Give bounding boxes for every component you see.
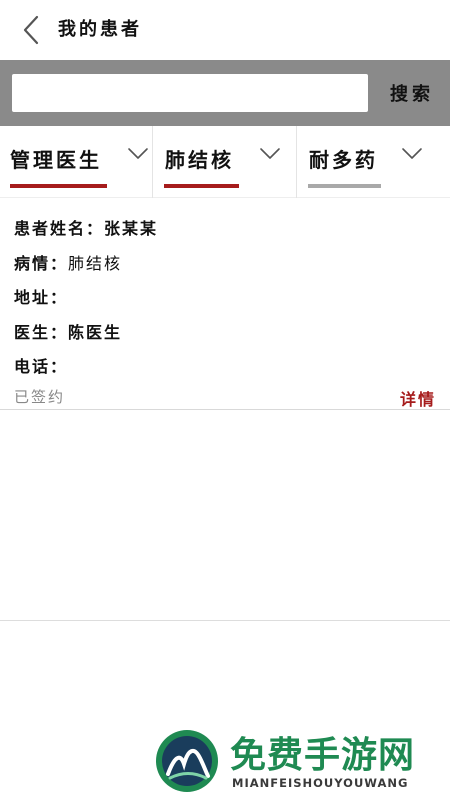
- patient-name-value: 张某某: [104, 219, 159, 238]
- filter-manage-doctor[interactable]: 管理医生: [0, 126, 152, 198]
- patient-doctor-row: 医生：陈医生: [14, 319, 122, 343]
- chevron-down-icon: [128, 148, 148, 159]
- patient-name-label: 患者姓名：: [14, 219, 105, 238]
- filter-tabs: 管理医生 肺结核 耐多药: [0, 126, 450, 198]
- filter-active-indicator: [10, 184, 107, 188]
- patient-condition-label: 病情：: [14, 254, 69, 273]
- patient-condition-row: 病情：肺结核: [14, 250, 122, 274]
- chevron-down-icon: [402, 148, 422, 159]
- watermark-name: 免费手游网: [230, 735, 416, 776]
- filter-active-indicator: [164, 184, 239, 188]
- search-input[interactable]: [12, 74, 368, 112]
- patient-address-label: 地址：: [14, 288, 69, 307]
- divider: [0, 620, 450, 621]
- page-title: 我的患者: [58, 19, 142, 40]
- back-button[interactable]: [14, 12, 50, 48]
- patient-condition-value: 肺结核: [68, 254, 123, 273]
- search-bar: 搜索: [0, 60, 450, 126]
- filter-inactive-indicator: [308, 184, 381, 188]
- watermark-subtitle: MIANFEISHOUYOUWANG: [232, 776, 409, 790]
- filter-label: 耐多药: [309, 148, 378, 172]
- status-badge: 已签约: [14, 388, 66, 406]
- patient-doctor-label: 医生：: [14, 323, 69, 342]
- chevron-left-icon: [23, 15, 39, 45]
- patient-name-row: 患者姓名：张某某: [14, 215, 158, 239]
- search-button[interactable]: 搜索: [380, 74, 444, 112]
- details-link[interactable]: 详情: [400, 386, 436, 410]
- filter-disease[interactable]: 肺结核: [152, 126, 296, 198]
- chevron-down-icon: [260, 148, 280, 159]
- filter-label: 管理医生: [10, 148, 102, 172]
- patient-address-row: 地址：: [14, 284, 68, 308]
- watermark-logo-icon: [156, 730, 218, 792]
- patient-doctor-value: 陈医生: [68, 323, 123, 342]
- patient-phone-row: 电话：: [14, 353, 68, 377]
- watermark: 免费手游网 MIANFEISHOUYOUWANG: [150, 724, 450, 800]
- filter-drug-resistance[interactable]: 耐多药: [296, 126, 450, 198]
- filter-label: 肺结核: [165, 148, 234, 172]
- app-header: 我的患者: [0, 0, 450, 60]
- patient-card[interactable]: 患者姓名：张某某 病情：肺结核 地址： 医生：陈医生 电话： 已签约 详情: [0, 198, 450, 410]
- patient-phone-label: 电话：: [14, 357, 69, 376]
